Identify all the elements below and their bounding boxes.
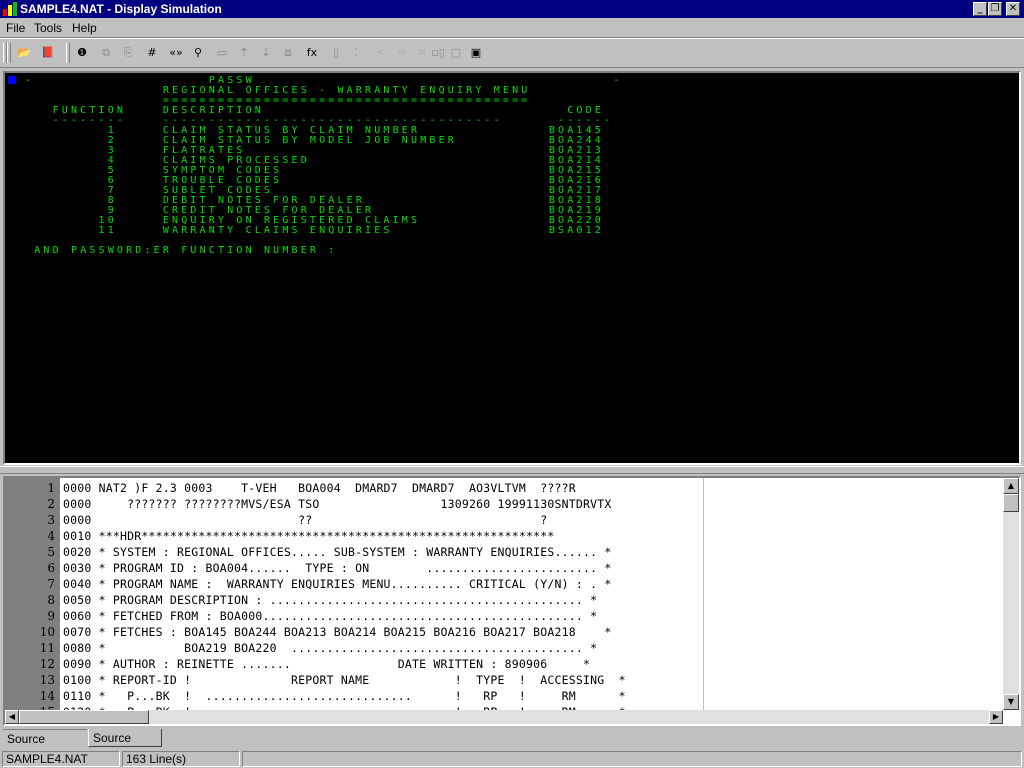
source-line[interactable]: 0070 * FETCHES : BOA145 BOA244 BOA213 BO… xyxy=(63,624,612,640)
source-line[interactable]: 0090 * AUTHOR : REINETTE ....... DATE WR… xyxy=(63,656,590,672)
scroll-left-button[interactable]: ◀ xyxy=(5,710,19,724)
vertical-scroll-thumb[interactable] xyxy=(1003,494,1019,512)
line-number: 12 xyxy=(39,657,55,671)
scroll-down-button[interactable]: ▼ xyxy=(1003,694,1019,710)
line-number: 13 xyxy=(39,673,55,687)
bars-icon[interactable]: ▫▯ xyxy=(428,43,448,63)
stack-icon[interactable]: ⧈ xyxy=(278,43,298,63)
line-number: 6 xyxy=(47,561,55,575)
line-number: 11 xyxy=(39,641,55,655)
terminal-cursor xyxy=(8,76,16,84)
menu-bar: File Tools Help xyxy=(0,18,1024,38)
pane-splitter[interactable] xyxy=(0,466,1024,474)
title-bar[interactable]: SAMPLE4.NAT - Display Simulation _ ❐ ✕ xyxy=(0,0,1024,18)
scroll-right-button[interactable]: ▶ xyxy=(989,710,1003,724)
dots-b-icon[interactable]: ⁖ xyxy=(370,43,390,63)
line-number: 5 xyxy=(47,545,55,559)
page-icon[interactable]: ▯ xyxy=(326,43,346,63)
open-icon[interactable]: 📂 xyxy=(14,43,34,63)
close-button[interactable]: ✕ xyxy=(1006,2,1020,16)
maximize-button[interactable]: ❐ xyxy=(988,2,1002,16)
screen-icon[interactable]: ▭ xyxy=(212,43,232,63)
menu-file[interactable]: File xyxy=(6,20,25,36)
status-file: SAMPLE4.NAT xyxy=(2,751,120,767)
source-line[interactable]: 0050 * PROGRAM DESCRIPTION : ...........… xyxy=(63,592,597,608)
toolbar: 📂 📕 ❶ ⧉ ⎘ # «» ⚲ ▭ ⇡ ⇣ ⧈ fx ▯ ⁚ ⁖ ⁘ ⁙ ▫▯ □ ▣ xyxy=(0,38,1024,68)
line-number: 2 xyxy=(47,497,55,511)
display-simulation-screen[interactable]: - PASSW - REGIONAL OFFICES - WARRANTY EN… xyxy=(3,71,1021,465)
tab-source-archive[interactable]: Source Archive xyxy=(3,729,87,764)
line-number: 4 xyxy=(47,529,55,543)
window-title: SAMPLE4.NAT - Display Simulation xyxy=(20,2,222,16)
source-line[interactable]: 0040 * PROGRAM NAME : WARRANTY ENQUIRIES… xyxy=(63,576,612,592)
info-icon[interactable]: ❶ xyxy=(72,43,92,63)
copy-icon[interactable]: ⧉ xyxy=(96,43,116,63)
source-line[interactable]: 0080 * BOA219 BOA220 ...................… xyxy=(63,640,597,656)
line-number: 8 xyxy=(47,593,55,607)
app-icon xyxy=(3,2,17,16)
source-line[interactable]: 0060 * FETCHED FROM : BOA000............… xyxy=(63,608,597,624)
menu-tools[interactable]: Tools xyxy=(34,20,62,36)
line-number: 7 xyxy=(47,577,55,591)
terminal-line: 11 WARRANTY CLAIMS ENQUIRIES BSA012 xyxy=(25,225,605,236)
monitor-icon[interactable]: ▣ xyxy=(466,43,486,63)
tab-strip: Source Archive Source Code xyxy=(0,728,1024,764)
source-line[interactable]: 0020 * SYSTEM : REGIONAL OFFICES..... SU… xyxy=(63,544,612,560)
right-margin-line xyxy=(703,478,704,712)
toolbar-separator xyxy=(66,43,70,63)
function-icon[interactable]: fx xyxy=(302,43,322,63)
line-number: 3 xyxy=(47,513,55,527)
source-line[interactable]: 0010 ***HDR*****************************… xyxy=(63,528,555,544)
source-line[interactable]: 0000 ?? ? xyxy=(63,512,547,528)
tab-source-code[interactable]: Source Code xyxy=(88,729,162,763)
status-bar: SAMPLE4.NAT 163 Line(s) xyxy=(0,750,1024,768)
line-number: 10 xyxy=(39,625,55,639)
line-number: 14 xyxy=(39,689,55,703)
source-code-pane[interactable]: 123456789101112131415 0000 NAT2 )F 2.3 0… xyxy=(3,476,1021,726)
book-icon[interactable]: 📕 xyxy=(38,43,58,63)
box-icon[interactable]: □ xyxy=(446,43,466,63)
source-code-text[interactable]: 0000 NAT2 )F 2.3 0003 T-VEH BOA004 DMARD… xyxy=(63,478,703,712)
horizontal-scrollbar[interactable]: ◀ ▶ xyxy=(5,710,1003,724)
paste-icon[interactable]: ⎘ xyxy=(118,43,138,63)
source-line[interactable]: 0030 * PROGRAM ID : BOA004...... TYPE : … xyxy=(63,560,612,576)
horizontal-scroll-thumb[interactable] xyxy=(19,710,149,724)
vertical-scrollbar[interactable]: ▲ ▼ xyxy=(1003,478,1019,710)
abc-icon[interactable]: «» xyxy=(166,43,186,63)
hash-icon[interactable]: # xyxy=(142,43,162,63)
status-line-count: 163 Line(s) xyxy=(122,751,240,767)
dots-c-icon[interactable]: ⁘ xyxy=(392,43,412,63)
terminal-line: AND PASSWORD:ER FUNCTION NUMBER : xyxy=(25,245,338,256)
menu-help[interactable]: Help xyxy=(72,20,97,36)
line-number-gutter: 123456789101112131415 xyxy=(5,478,60,719)
source-line[interactable]: 0000 ??????? ????????MVS/ESA TSO 1309260… xyxy=(63,496,612,512)
source-line[interactable]: 0100 * REPORT-ID ! REPORT NAME ! TYPE ! … xyxy=(63,672,626,688)
minimize-button[interactable]: _ xyxy=(973,2,987,16)
status-extra xyxy=(242,751,1022,767)
dots-a-icon[interactable]: ⁚ xyxy=(346,43,366,63)
toolbar-grip[interactable] xyxy=(7,43,11,63)
line-number: 9 xyxy=(47,609,55,623)
find-icon[interactable]: ⚲ xyxy=(188,43,208,63)
move-down-icon[interactable]: ⇣ xyxy=(256,43,276,63)
scroll-up-button[interactable]: ▲ xyxy=(1003,478,1019,494)
source-line[interactable]: 0000 NAT2 )F 2.3 0003 T-VEH BOA004 DMARD… xyxy=(63,480,576,496)
line-number: 1 xyxy=(47,481,55,495)
source-line[interactable]: 0110 * P...BK ! ........................… xyxy=(63,688,626,704)
move-up-icon[interactable]: ⇡ xyxy=(234,43,254,63)
